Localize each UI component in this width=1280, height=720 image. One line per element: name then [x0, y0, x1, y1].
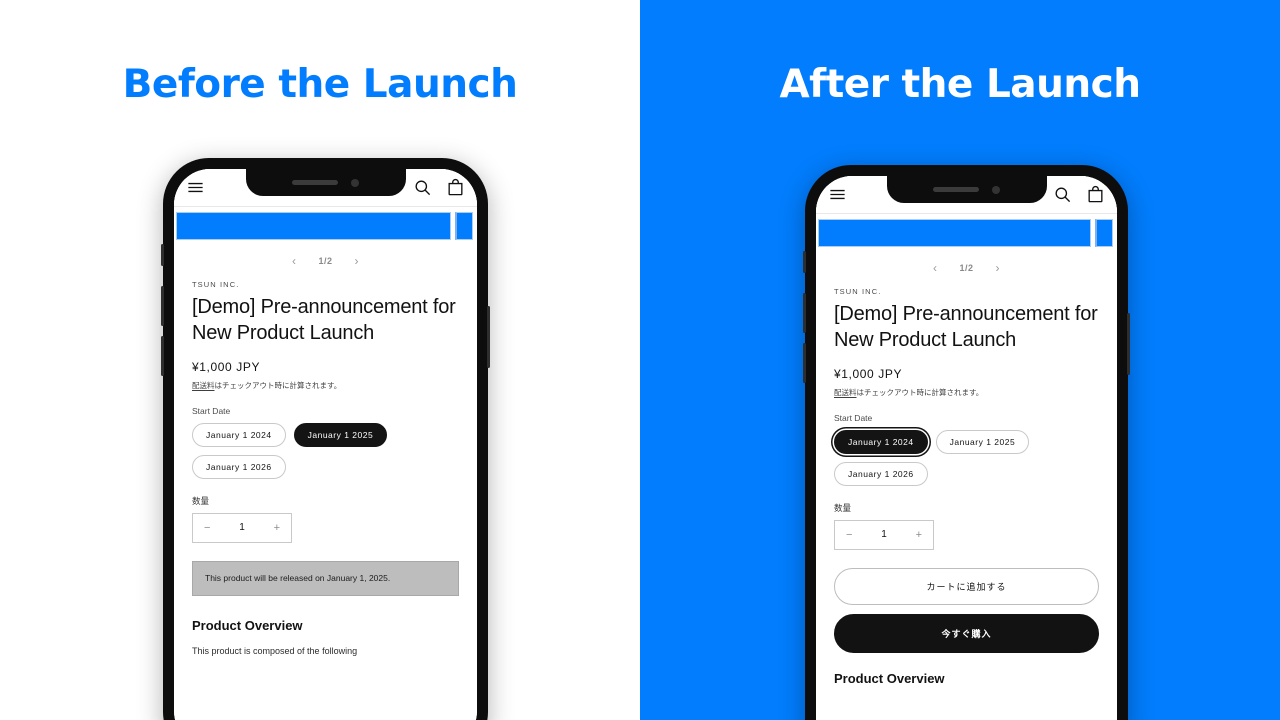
product-title: [Demo] Pre-announcement for New Product … [834, 303, 1098, 352]
panel-before-title: Before the Launch [122, 62, 518, 107]
hamburger-icon[interactable] [828, 185, 847, 204]
variant-option-2024[interactable]: January 1 2024 [834, 429, 928, 454]
front-camera [351, 178, 359, 187]
hero-carousel[interactable] [174, 207, 477, 240]
product-overview-text: This product is composed of the followin… [192, 646, 358, 657]
variant-picker: January 1 2024 January 1 2025 January 1 … [192, 422, 459, 479]
carousel-counter: 1/2 [318, 256, 333, 266]
earpiece-speaker [292, 180, 338, 185]
product-vendor: TSUN INC. [192, 280, 240, 289]
product-overview-heading: Product Overview [834, 670, 945, 686]
carousel-slide-next[interactable] [1095, 219, 1113, 247]
shipping-note-rest: はチェックアウト時に計算されます。 [214, 380, 342, 390]
phone-notch [886, 176, 1047, 203]
product-vendor: TSUN INC. [834, 287, 882, 296]
panel-after: After the Launch ‹ 1/2 › TSUN INC. [Demo… [640, 0, 1280, 720]
quantity-value[interactable]: 1 [881, 529, 887, 540]
quantity-increment-button[interactable]: + [274, 522, 280, 534]
product-price: ¥1,000 JPY [834, 366, 903, 381]
storefront-before: TSUN [174, 169, 477, 720]
phone-notch [245, 169, 406, 196]
phone-screen-after: TSUN [816, 176, 1117, 720]
panel-before: Before the Launch ‹ 1/2 › TSUN INC. [Dem… [0, 0, 640, 720]
phone-volume-down-button [161, 336, 164, 376]
phone-mockup-before: TSUN [161, 158, 490, 720]
earpiece-speaker [933, 187, 979, 192]
product-price: ¥1,000 JPY [192, 359, 261, 374]
quantity-label: 数量 [192, 495, 210, 506]
chevron-left-icon[interactable]: ‹ [933, 261, 938, 275]
quantity-decrement-button[interactable]: − [204, 522, 210, 534]
header-actions [1053, 185, 1105, 204]
quantity-value[interactable]: 1 [239, 522, 245, 533]
variant-option-2025[interactable]: January 1 2025 [293, 422, 388, 447]
shipping-note: 配送料はチェックアウト時に計算されます。 [192, 380, 459, 391]
panel-after-title: After the Launch [779, 62, 1141, 107]
phone-screen-before: TSUN [174, 169, 477, 720]
search-icon[interactable] [413, 178, 432, 197]
variant-option-label: Start Date [834, 412, 873, 423]
shipping-policy-link[interactable]: 配送料 [192, 381, 215, 390]
variant-option-label: Start Date [192, 405, 231, 416]
chevron-right-icon[interactable]: › [355, 254, 360, 268]
carousel-slide-current[interactable] [818, 219, 1091, 247]
hamburger-icon[interactable] [186, 178, 205, 197]
shipping-note: 配送料はチェックアウト時に計算されます。 [834, 387, 1099, 398]
carousel-counter: 1/2 [959, 263, 974, 273]
quantity-decrement-button[interactable]: − [846, 529, 852, 541]
phone-volume-up-button [161, 286, 164, 326]
carousel-navigation: ‹ 1/2 › [816, 247, 1117, 281]
variant-picker: January 1 2024 January 1 2025 January 1 … [834, 429, 1099, 486]
chevron-right-icon[interactable]: › [996, 261, 1001, 275]
variant-option-2026[interactable]: January 1 2026 [834, 461, 928, 486]
phone-power-button [487, 306, 490, 368]
carousel-slide-next[interactable] [455, 212, 473, 240]
add-to-cart-button[interactable]: カートに追加する [834, 567, 1099, 605]
phone-power-button [1127, 313, 1130, 375]
phone-volume-down-button [803, 343, 806, 383]
phone-volume-up-button [803, 293, 806, 333]
phone-mockup-after: TSUN [803, 165, 1130, 720]
carousel-navigation: ‹ 1/2 › [174, 240, 477, 274]
buy-now-button[interactable]: 今すぐ購入 [834, 613, 1099, 653]
carousel-slide-current[interactable] [176, 212, 451, 240]
front-camera [992, 185, 1000, 194]
shipping-note-rest: はチェックアウト時に計算されます。 [856, 387, 984, 397]
cart-icon[interactable] [446, 178, 465, 197]
header-actions [413, 178, 465, 197]
release-date-notice: This product will be released on January… [192, 560, 459, 597]
product-title: [Demo] Pre-announcement for New Product … [192, 296, 456, 345]
quantity-stepper[interactable]: − 1 + [192, 512, 292, 543]
phone-silent-switch [161, 244, 164, 266]
chevron-left-icon[interactable]: ‹ [292, 254, 297, 268]
shipping-policy-link[interactable]: 配送料 [834, 388, 857, 397]
variant-option-2026[interactable]: January 1 2026 [192, 454, 286, 479]
variant-option-2024[interactable]: January 1 2024 [192, 422, 286, 447]
cart-icon[interactable] [1086, 185, 1105, 204]
phone-silent-switch [803, 251, 806, 273]
quantity-stepper[interactable]: − 1 + [834, 519, 934, 550]
product-overview-heading: Product Overview [192, 618, 303, 634]
comparison-stage: Before the Launch ‹ 1/2 › TSUN INC. [Dem… [0, 0, 1280, 720]
search-icon[interactable] [1053, 185, 1072, 204]
storefront-after: TSUN [816, 176, 1117, 720]
variant-option-2025[interactable]: January 1 2025 [935, 429, 1030, 454]
quantity-increment-button[interactable]: + [916, 529, 922, 541]
hero-carousel[interactable] [816, 214, 1117, 247]
quantity-label: 数量 [834, 502, 852, 513]
product-details: TSUN INC. [Demo] Pre-announcement for Ne… [816, 281, 1117, 686]
product-details: TSUN INC. [Demo] Pre-announcement for Ne… [174, 274, 477, 660]
